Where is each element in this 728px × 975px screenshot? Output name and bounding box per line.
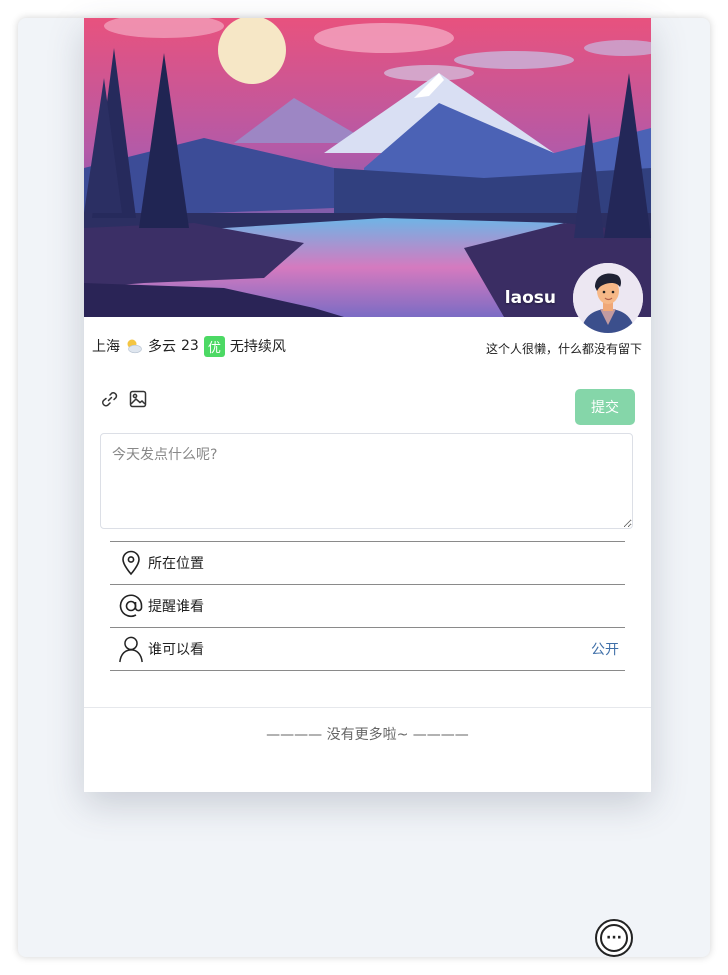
more-button[interactable]: ··· xyxy=(595,919,633,957)
option-label: 提醒谁看 xyxy=(148,599,204,615)
visibility-value[interactable]: 公开 xyxy=(591,639,619,659)
option-label: 所在位置 xyxy=(148,556,204,572)
cover-image xyxy=(84,18,651,317)
divider xyxy=(84,707,651,708)
location-pin-icon xyxy=(118,550,144,576)
submit-button[interactable]: 提交 xyxy=(575,389,635,425)
image-icon[interactable] xyxy=(128,389,148,409)
post-input[interactable] xyxy=(100,433,633,529)
signature: 这个人很懒，什么都没有留下 xyxy=(485,342,642,356)
option-mention[interactable]: 提醒谁看 xyxy=(110,585,625,628)
weather-info: 上海 多云 23 优 无持续风 xyxy=(92,334,291,358)
username: laosu xyxy=(504,288,556,308)
post-options: 所在位置 提醒谁看 谁可以看 公开 xyxy=(110,541,625,671)
option-location[interactable]: 所在位置 xyxy=(110,542,625,585)
city: 上海 xyxy=(92,339,120,355)
option-label: 谁可以看 xyxy=(148,642,204,658)
partly-cloudy-icon xyxy=(125,337,143,355)
avatar[interactable] xyxy=(573,263,643,333)
more-dots-icon: ··· xyxy=(600,924,628,952)
link-icon[interactable] xyxy=(100,389,120,409)
aqi-badge: 优 xyxy=(203,335,225,357)
person-icon xyxy=(118,636,144,663)
no-more-text: ———— 没有更多啦~ ———— xyxy=(266,727,469,743)
temperature: 23 xyxy=(181,338,199,354)
option-visibility[interactable]: 谁可以看 公开 xyxy=(110,628,625,671)
moments-card: laosu 上海 多云 23 优 无持续风 这个人很懒，什么都没有留下 提交 今… xyxy=(84,18,651,792)
weather-condition: 多云 xyxy=(148,339,176,355)
wind: 无持续风 xyxy=(229,339,286,355)
at-sign-icon xyxy=(118,593,144,619)
